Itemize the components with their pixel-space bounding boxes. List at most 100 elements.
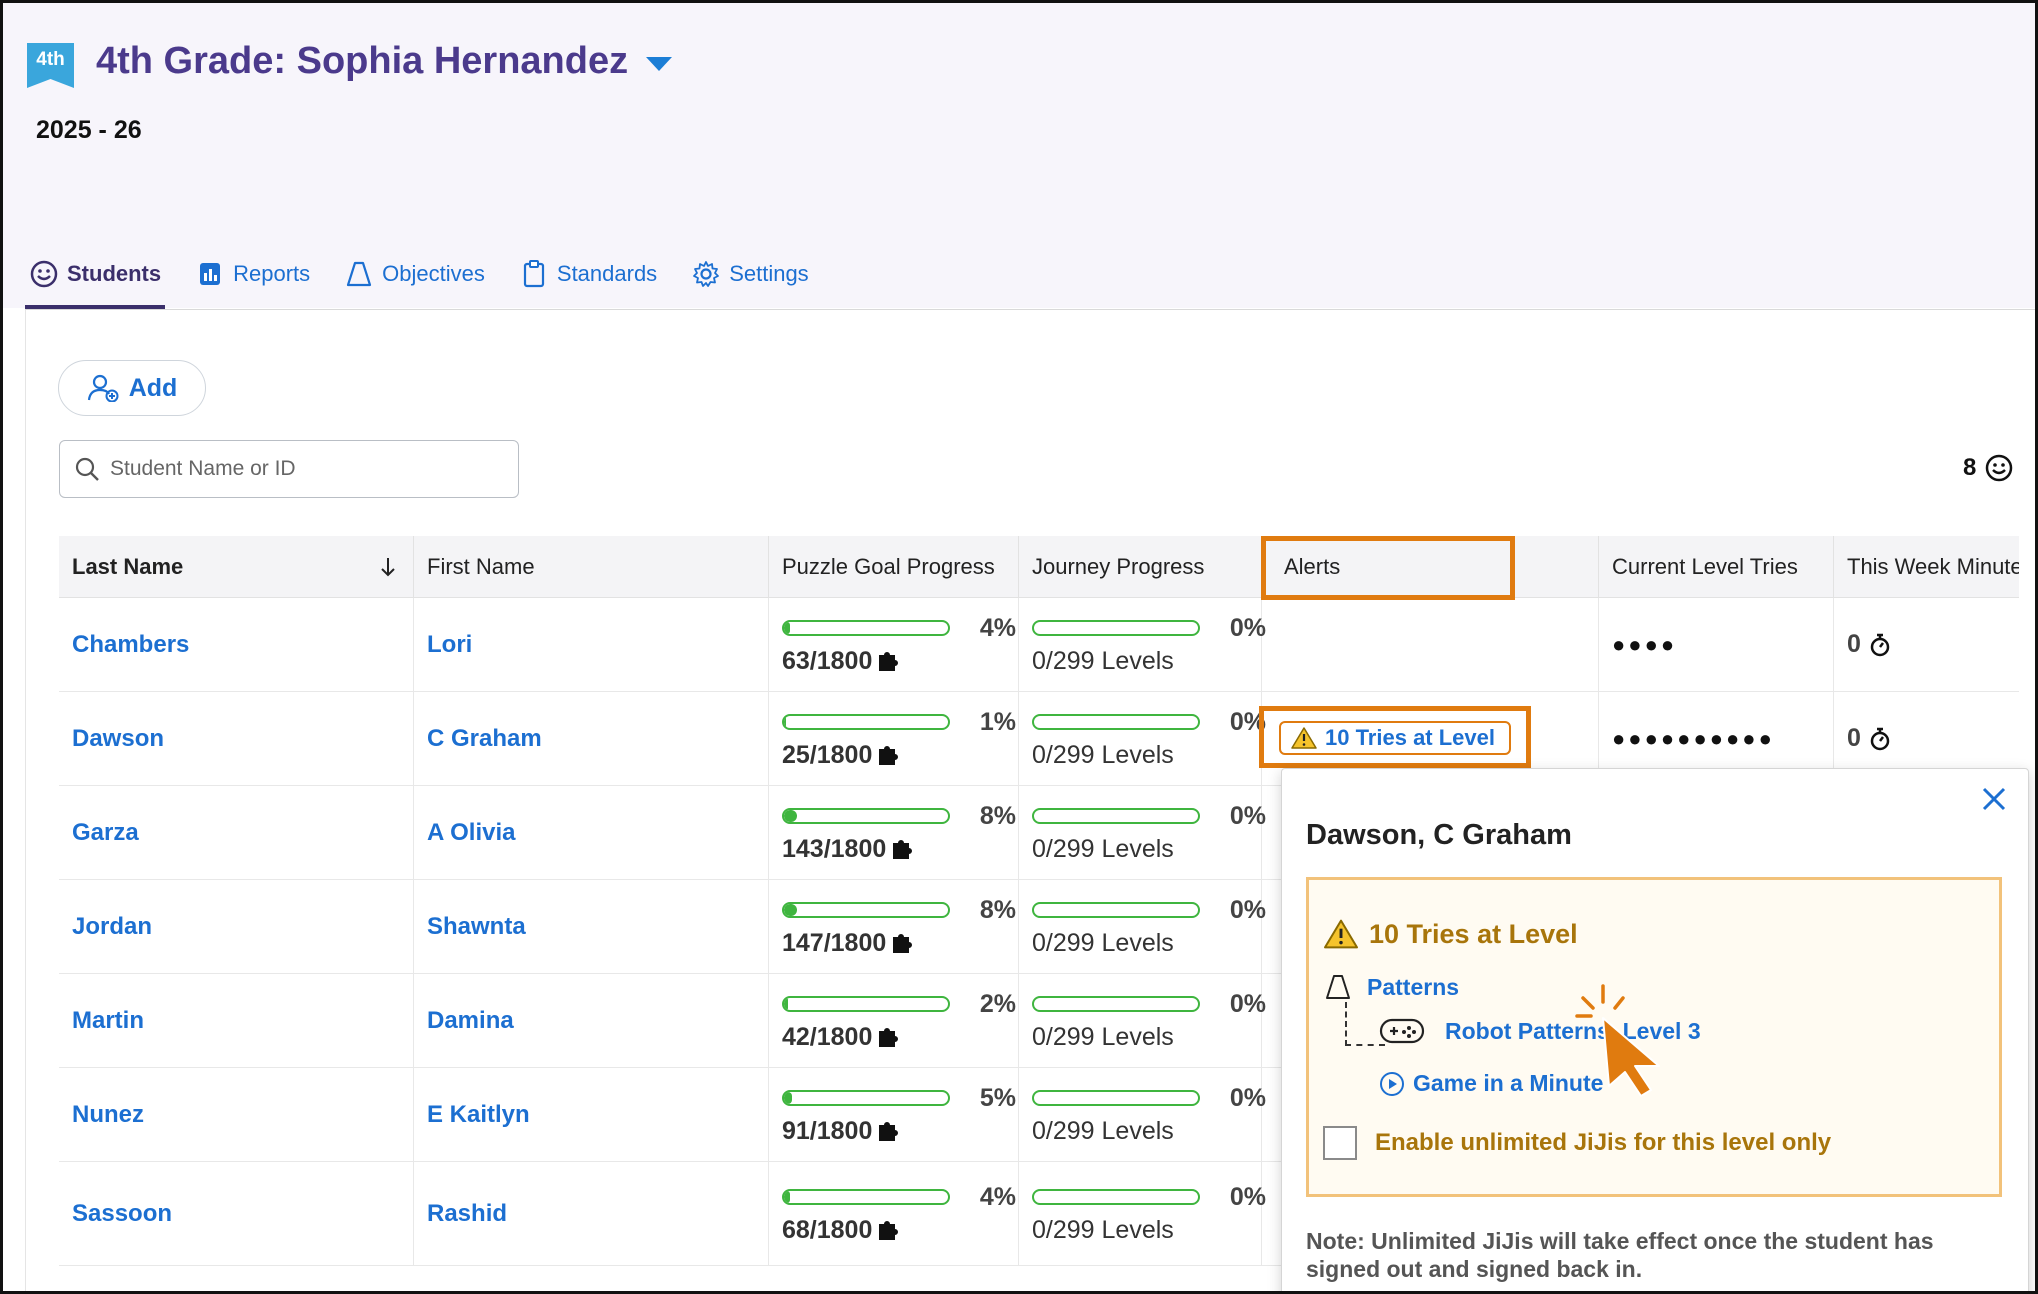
column-last-name[interactable]: Last Name bbox=[59, 535, 414, 598]
flask-icon bbox=[1326, 975, 1350, 999]
chevron-down-icon[interactable] bbox=[646, 56, 673, 71]
tab-objectives[interactable]: Objectives bbox=[342, 239, 487, 309]
first-name-cell[interactable]: A Olivia bbox=[414, 786, 769, 879]
puzzle-count: 25/1800 bbox=[782, 740, 873, 769]
first-name-cell[interactable]: Lori bbox=[414, 598, 769, 691]
first-name-link[interactable]: Rashid bbox=[427, 1200, 507, 1228]
clipboard-icon bbox=[523, 260, 544, 288]
first-name-cell[interactable]: E Kaitlyn bbox=[414, 1068, 769, 1161]
last-name-cell[interactable]: Jordan bbox=[59, 880, 414, 973]
tries-dots: ●●●●●●●●●● bbox=[1612, 725, 1775, 751]
column-week-minutes[interactable]: This Week Minute bbox=[1834, 536, 2019, 598]
puzzle-progress-fill bbox=[784, 904, 798, 916]
last-name-link[interactable]: Garza bbox=[72, 819, 139, 847]
tab-reports[interactable]: Reports bbox=[193, 239, 312, 309]
tab-label: Objectives bbox=[382, 261, 485, 286]
search-input[interactable] bbox=[110, 457, 490, 481]
objective-label: Patterns bbox=[1367, 973, 1460, 1000]
table-row[interactable]: Chambers Lori 4% 63/1800 0% 0/299 Levels ●●●● 0 bbox=[59, 598, 2019, 692]
minutes-value: 0 bbox=[1847, 630, 1861, 658]
column-journey[interactable]: Journey Progress bbox=[1019, 535, 1262, 598]
tab-label: Standards bbox=[556, 261, 658, 286]
journey-progress-cell: 0% 0/299 Levels bbox=[1019, 880, 1266, 973]
column-level-tries[interactable]: Current Level Tries bbox=[1599, 535, 1834, 598]
puzzle-progress-fill bbox=[784, 810, 797, 822]
objective-link[interactable]: Patterns bbox=[1323, 972, 1459, 1002]
last-name-link[interactable]: Nunez bbox=[72, 1101, 144, 1129]
puzzle-pct: 1% bbox=[979, 707, 1016, 736]
alert-badge[interactable]: 10 Tries at Level bbox=[1279, 721, 1511, 755]
tab-settings[interactable]: Settings bbox=[689, 239, 811, 309]
first-name-cell[interactable]: C Graham bbox=[414, 692, 769, 785]
last-name-link[interactable]: Chambers bbox=[72, 631, 189, 659]
level-link[interactable]: Robot Patterns, Level 3 bbox=[1379, 1016, 1701, 1046]
puzzle-progress-cell: 8% 147/1800 bbox=[769, 880, 1019, 973]
journey-progress-cell: 0% 0/299 Levels bbox=[1019, 974, 1266, 1067]
reports-icon bbox=[200, 263, 221, 285]
puzzle-count: 63/1800 bbox=[782, 646, 873, 675]
puzzle-progress-bar bbox=[782, 996, 950, 1012]
puzzle-count: 143/1800 bbox=[782, 834, 887, 863]
add-student-button[interactable]: Add bbox=[58, 360, 206, 416]
alerts-header-highlight bbox=[1261, 536, 1515, 600]
first-name-link[interactable]: Damina bbox=[427, 1007, 514, 1035]
journey-progress-bar bbox=[1032, 996, 1200, 1012]
first-name-link[interactable]: Shawnta bbox=[427, 913, 526, 941]
class-selector[interactable]: 4th Grade: Sophia Hernandez bbox=[96, 40, 673, 83]
first-name-link[interactable]: Lori bbox=[427, 631, 472, 659]
app-window: 4th 4th Grade: Sophia Hernandez 2025 - 2… bbox=[0, 0, 2038, 1294]
last-name-link[interactable]: Jordan bbox=[72, 913, 152, 941]
puzzle-progress-bar bbox=[782, 808, 950, 824]
warning-icon bbox=[1291, 727, 1317, 749]
journey-count: 0/299 Levels bbox=[1032, 1022, 1174, 1051]
checkbox-label: Enable unlimited JiJis for this level on… bbox=[1375, 1129, 1832, 1156]
first-name-cell[interactable]: Damina bbox=[414, 974, 769, 1067]
first-name-cell[interactable]: Shawnta bbox=[414, 880, 769, 973]
puzzle-progress-bar bbox=[782, 714, 950, 730]
first-name-link[interactable]: A Olivia bbox=[427, 819, 515, 847]
game-in-a-minute-link[interactable]: Game in a Minute bbox=[1379, 1070, 1603, 1097]
first-name-cell[interactable]: Rashid bbox=[414, 1162, 769, 1265]
first-name-link[interactable]: E Kaitlyn bbox=[427, 1101, 530, 1129]
journey-progress-cell: 0% 0/299 Levels bbox=[1019, 692, 1266, 785]
puzzle-piece-icon bbox=[893, 840, 913, 859]
last-name-cell[interactable]: Sassoon bbox=[59, 1162, 414, 1265]
grade-badge: 4th bbox=[27, 43, 74, 88]
student-search[interactable] bbox=[59, 440, 519, 498]
add-user-icon bbox=[87, 374, 119, 402]
last-name-cell[interactable]: Martin bbox=[59, 974, 414, 1067]
column-label: Last Name bbox=[72, 553, 184, 579]
first-name-link[interactable]: C Graham bbox=[427, 725, 542, 753]
last-name-link[interactable]: Dawson bbox=[72, 725, 164, 753]
journey-progress-cell: 0% 0/299 Levels bbox=[1019, 786, 1266, 879]
last-name-cell[interactable]: Dawson bbox=[59, 692, 414, 785]
puzzle-count: 91/1800 bbox=[782, 1116, 873, 1145]
puzzle-progress-fill bbox=[784, 1092, 793, 1104]
puzzle-piece-icon bbox=[879, 1122, 899, 1141]
unlimited-jijis-option[interactable]: Enable unlimited JiJis for this level on… bbox=[1323, 1126, 1831, 1160]
column-puzzle-goal[interactable]: Puzzle Goal Progress bbox=[769, 535, 1019, 598]
last-name-cell[interactable]: Garza bbox=[59, 786, 414, 879]
close-icon[interactable] bbox=[1978, 783, 2010, 815]
journey-pct: 0% bbox=[1229, 895, 1266, 924]
tab-standards[interactable]: Standards bbox=[517, 239, 659, 309]
journey-pct: 0% bbox=[1229, 1083, 1266, 1112]
journey-count: 0/299 Levels bbox=[1032, 1215, 1174, 1244]
last-name-cell[interactable]: Chambers bbox=[59, 598, 414, 691]
last-name-link[interactable]: Martin bbox=[72, 1007, 144, 1035]
journey-count: 0/299 Levels bbox=[1032, 928, 1174, 957]
puzzle-pct: 8% bbox=[979, 801, 1016, 830]
puzzle-progress-fill bbox=[784, 1191, 791, 1203]
journey-count: 0/299 Levels bbox=[1032, 1116, 1174, 1145]
class-header: 4th 4th Grade: Sophia Hernandez 2025 - 2… bbox=[3, 3, 2035, 309]
unlimited-jijis-checkbox[interactable] bbox=[1323, 1126, 1357, 1160]
last-name-cell[interactable]: Nunez bbox=[59, 1068, 414, 1161]
flask-icon bbox=[347, 261, 372, 287]
warning-icon bbox=[1324, 919, 1358, 949]
tab-students[interactable]: Students bbox=[24, 239, 166, 309]
journey-progress-cell: 0% 0/299 Levels bbox=[1019, 1068, 1266, 1161]
last-name-link[interactable]: Sassoon bbox=[72, 1200, 172, 1228]
puzzle-progress-fill bbox=[784, 716, 787, 728]
sort-down-icon[interactable] bbox=[379, 556, 397, 578]
column-first-name[interactable]: First Name bbox=[414, 535, 769, 598]
